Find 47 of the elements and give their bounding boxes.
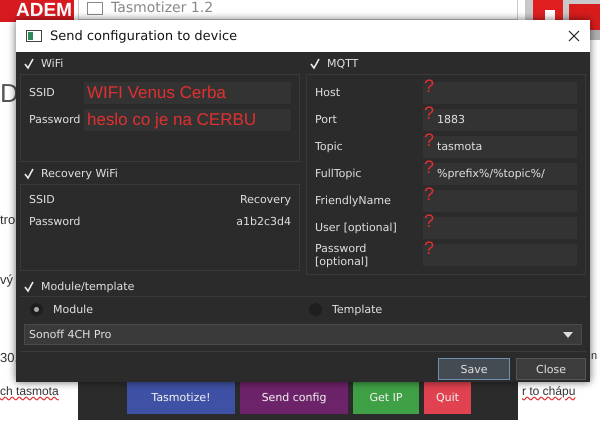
field-label: Topic [315,140,344,153]
group-title: Module/template [41,280,134,293]
field-label: Port [315,113,338,126]
window-title: Tasmotizer 1.2 [111,0,214,16]
field-value: %prefix%/%topic%/ [436,167,545,180]
field-label: FullTopic [315,167,362,180]
action-button[interactable]: Send config [240,380,348,414]
group-title: Recovery WiFi [41,167,118,180]
page-text: vý [0,272,13,287]
checkbox[interactable] [23,280,35,292]
dropdown[interactable]: Sonoff 4CH Pro [24,324,582,345]
page-text: tro [0,212,16,227]
group-title: MQTT [327,57,358,70]
group-title: WiFi [41,57,64,70]
field-value: a1b2c3d4 [236,215,291,228]
radio-button[interactable] [30,303,43,316]
field-label: Host [315,86,342,99]
caret-icon [563,332,573,338]
action-button[interactable]: Quit [424,380,471,414]
radio-label: Template [332,303,382,316]
page-text: ch tasmota [0,384,59,398]
field-label: Password [29,113,82,126]
field-value: Recovery [240,193,291,206]
checkbox[interactable] [23,58,35,70]
page-text: n [591,350,598,362]
dialog-button[interactable]: Save [438,358,510,380]
field-label: Password [29,215,80,228]
field-label: FriendlyName [315,194,392,207]
annotation-text: WIFI Venus Cerba [87,82,226,102]
field-label: User [optional] [315,221,398,234]
field-value: tasmota [436,140,482,153]
action-button[interactable]: Tasmotize! [127,380,235,414]
close-icon[interactable] [568,30,580,42]
page-text: r to chápu [522,384,576,398]
checkbox[interactable] [23,168,35,180]
checkbox[interactable] [309,58,321,70]
dialog-title: Send configuration to device [50,28,238,44]
dialog-button[interactable]: Close [516,358,586,380]
field-label: Password [optional] [315,242,370,268]
radio-label: Module [53,303,93,316]
logo: ADEM [0,0,74,22]
annotation-text: heslo co je na CERBU [87,110,256,130]
app-icon [26,30,42,42]
field-label: SSID [29,193,55,206]
app-icon [87,2,103,14]
field-label: SSID [29,86,56,99]
field-value: 1883 [436,113,465,126]
